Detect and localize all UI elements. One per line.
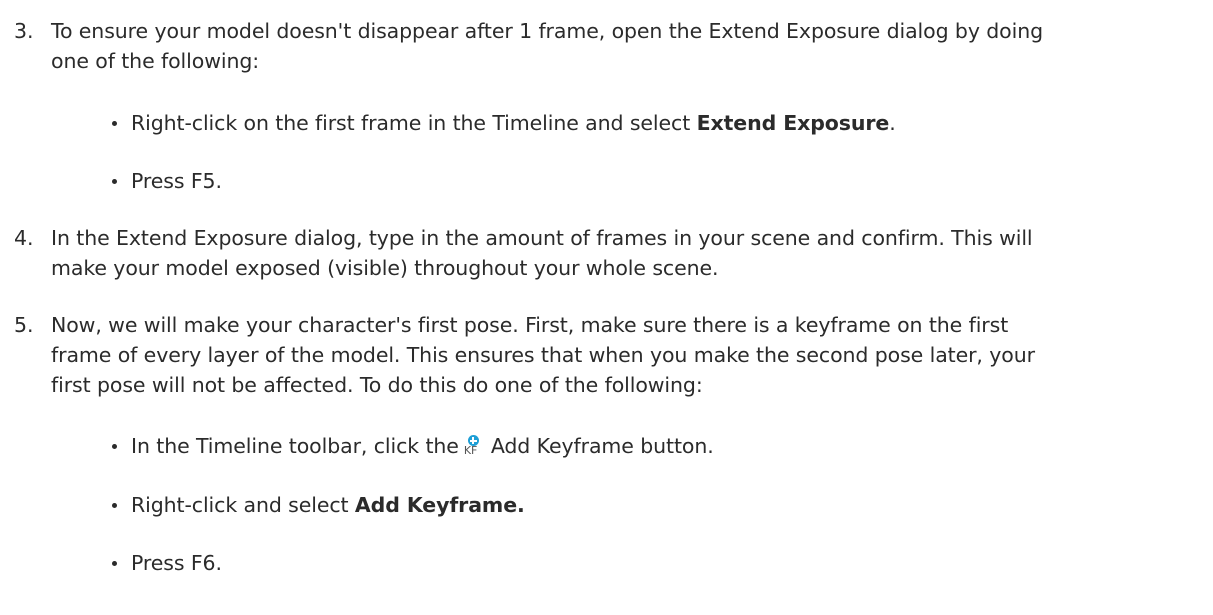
bullet-dot: [112, 444, 117, 449]
kf-label: KF: [463, 444, 478, 457]
step-number: 4.: [14, 226, 34, 250]
bullet-item: Press F6.: [131, 551, 222, 575]
bullet-text: Add Keyframe button.: [490, 434, 714, 458]
step-text-line: make your model exposed (visible) throug…: [51, 256, 719, 280]
bullet-item: Press F5.: [131, 169, 222, 193]
step-text-line: frame of every layer of the model. This …: [51, 343, 1035, 367]
step-text-line: first pose will not be affected. To do t…: [51, 373, 703, 397]
bullet-text: .: [889, 111, 896, 135]
bullet-item: Right-click and select Add Keyframe.: [131, 490, 525, 520]
ui-command-name: Extend Exposure: [696, 111, 890, 135]
add-keyframe-icon: KF: [463, 434, 483, 460]
bullet-text: Right-click on the first frame in the Ti…: [131, 111, 697, 135]
step-text-line: Now, we will make your character's first…: [51, 313, 1009, 337]
step-text-line: one of the following:: [51, 49, 260, 73]
step-number: 3.: [14, 19, 34, 43]
ui-command-name: Add Keyframe.: [354, 493, 525, 517]
bullet-dot: [112, 503, 117, 508]
step-number: 5.: [14, 313, 34, 337]
bullet-item: In the Timeline toolbar, click the KF Add …: [131, 431, 714, 461]
bullet-item: Right-click on the first frame in the Ti…: [131, 108, 896, 138]
step-text-line: In the Extend Exposure dialog, type in t…: [51, 226, 1033, 250]
bullet-dot: [112, 121, 117, 126]
bullet-dot: [112, 179, 117, 184]
bullet-text: Right-click and select: [131, 493, 355, 517]
document: 3. To ensure your model doesn't disappea…: [0, 0, 1213, 615]
step-text-line: To ensure your model doesn't disappear a…: [51, 19, 1044, 43]
bullet-dot: [112, 561, 117, 566]
bullet-text: In the Timeline toolbar, click the: [131, 434, 459, 458]
